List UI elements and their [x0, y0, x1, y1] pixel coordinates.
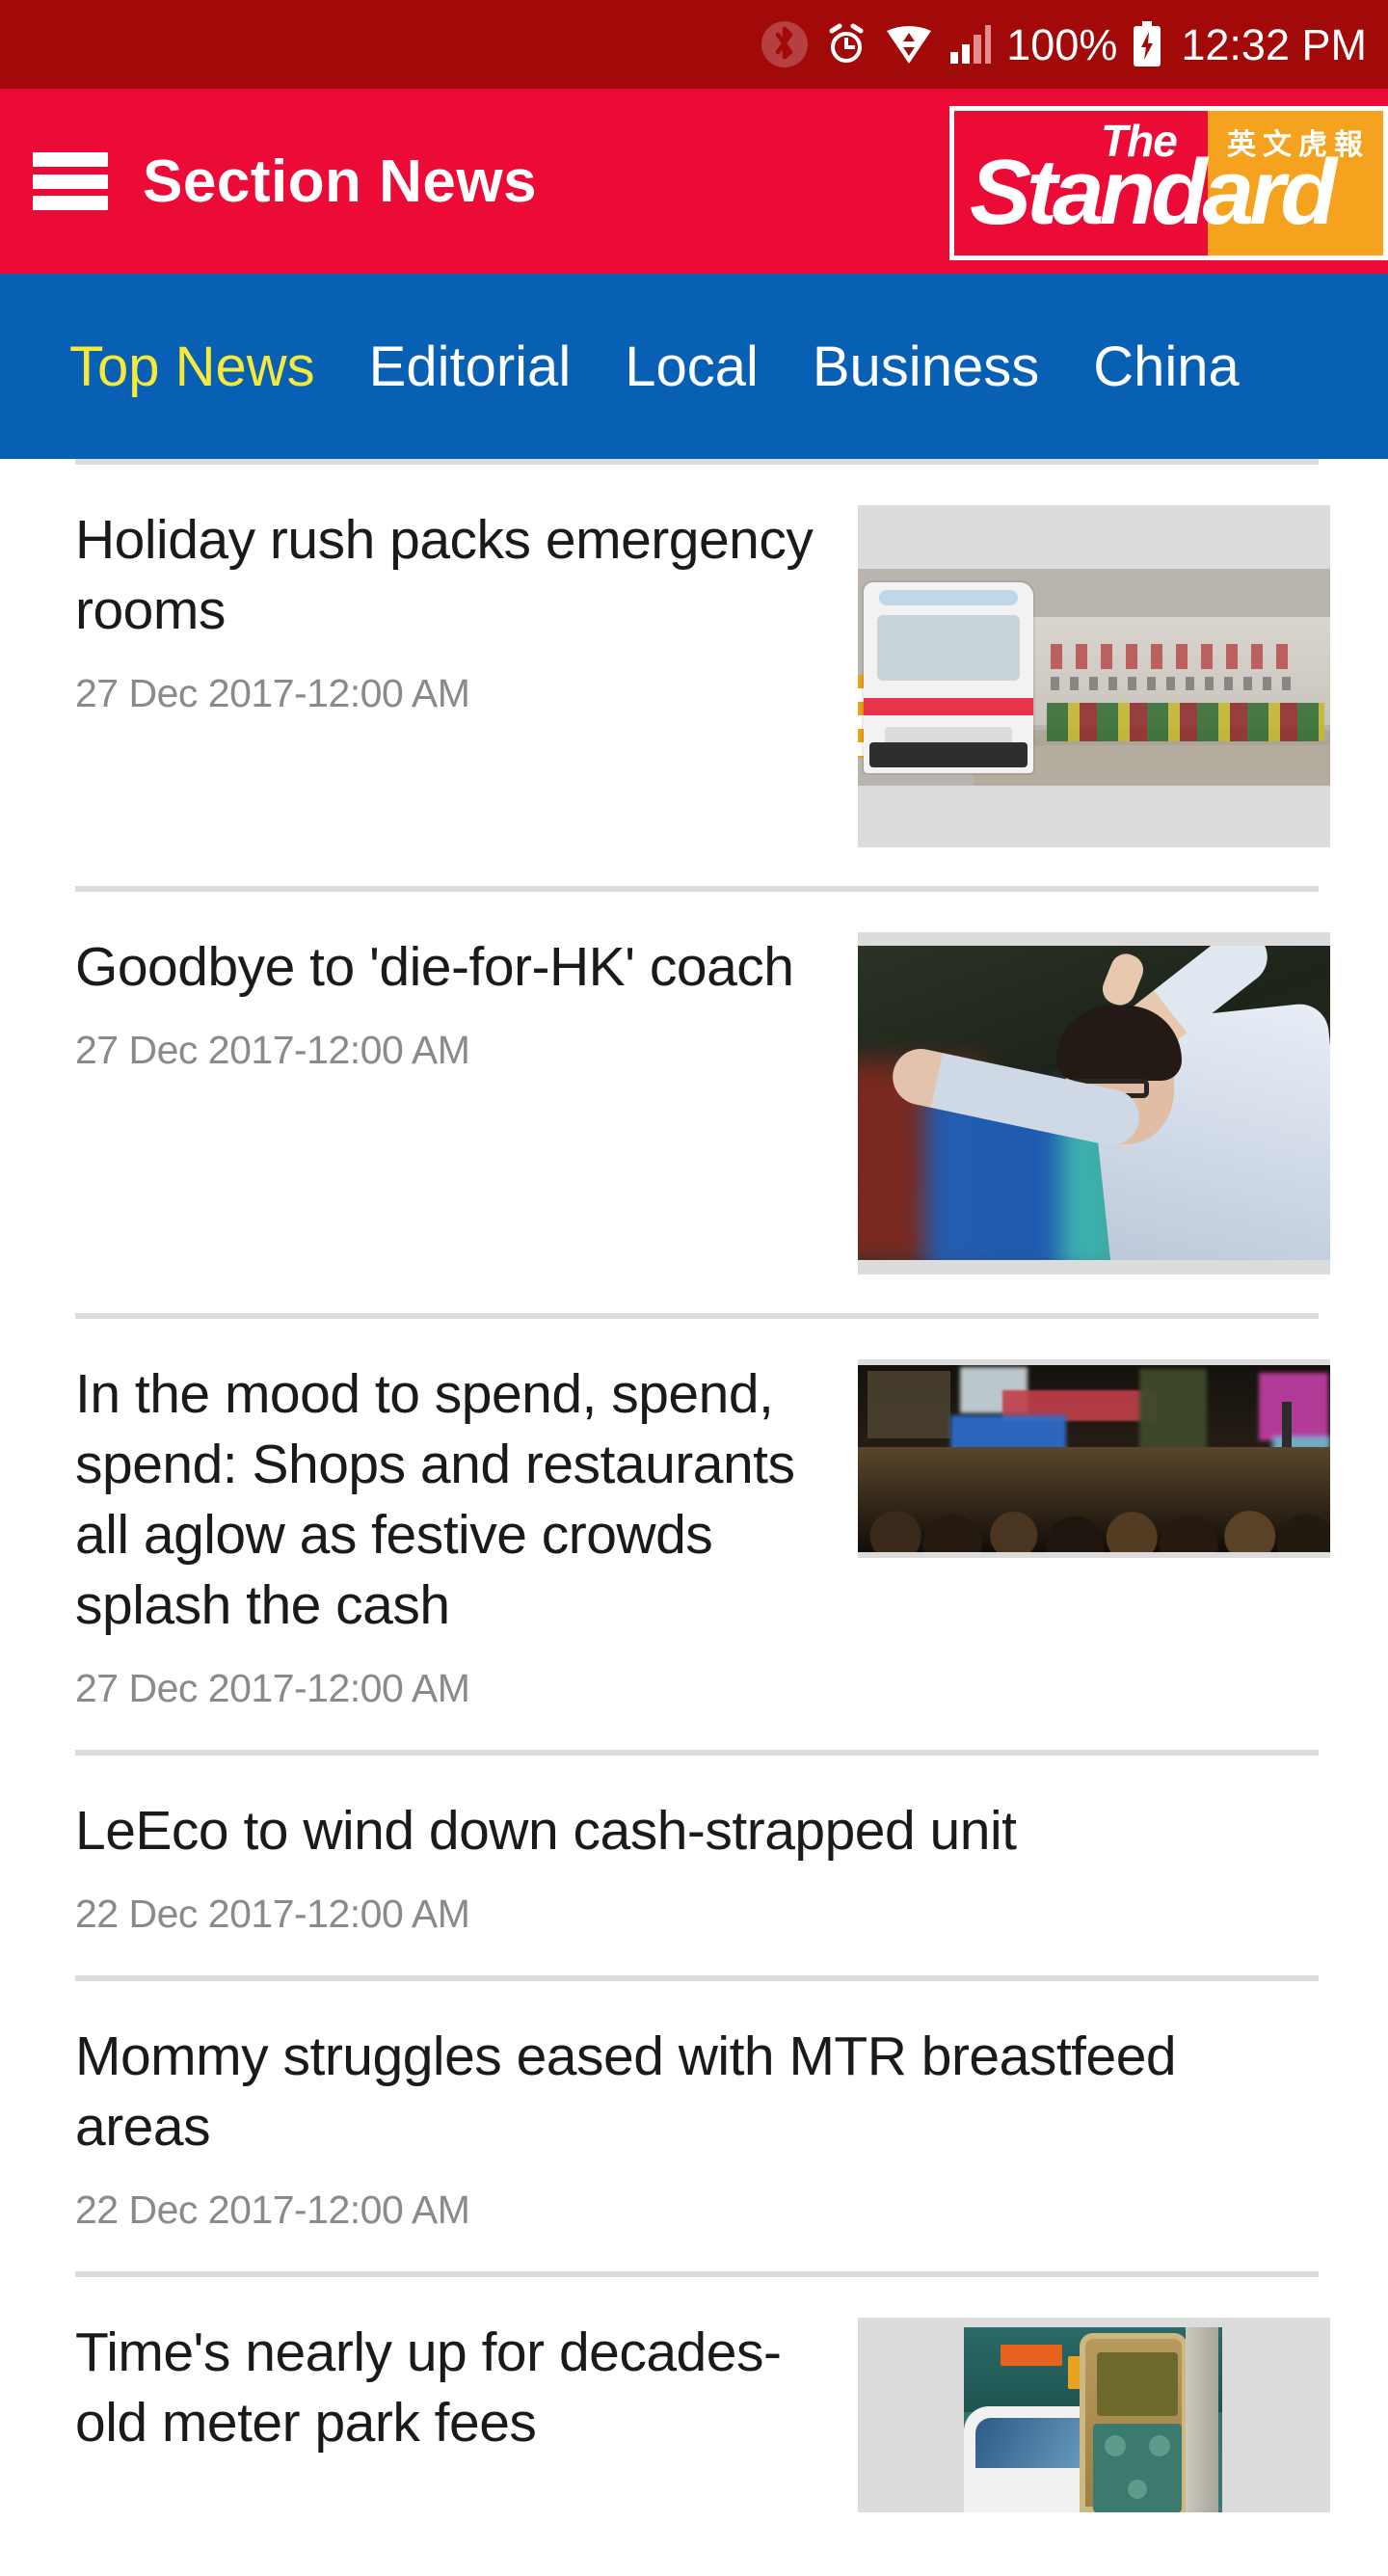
page-title: Section News: [143, 148, 538, 215]
news-thumbnail-crowd: [858, 1359, 1330, 1558]
the-standard-logo: Standard The 英文虎報: [949, 106, 1388, 260]
list-item[interactable]: Goodbye to 'die-for-HK' coach 27 Dec 201…: [0, 892, 1388, 1313]
clock-label: 12:32 PM: [1181, 19, 1367, 69]
tab-top-news[interactable]: Top News: [69, 335, 315, 399]
news-headline: Time's nearly up for decades-old meter p…: [75, 2321, 782, 2454]
logo-the-text: The: [1101, 116, 1178, 166]
status-bar: 100% 12:32 PM: [0, 0, 1388, 89]
news-timestamp: 22 Dec 2017-12:00 AM: [75, 1891, 470, 1936]
tab-editorial[interactable]: Editorial: [369, 335, 572, 399]
news-timestamp: 27 Dec 2017-12:00 AM: [75, 1027, 470, 1072]
wifi-data-transfer-icon: [885, 23, 933, 66]
news-thumbnail-coach: [858, 932, 1330, 1275]
list-item[interactable]: In the mood to spend, spend, spend: Shop…: [0, 1319, 1388, 1750]
status-icon-group: 100% 12:32 PM: [761, 21, 1367, 67]
tab-business[interactable]: Business: [813, 335, 1039, 399]
list-item[interactable]: Time's nearly up for decades-old meter p…: [0, 2277, 1388, 2551]
news-thumbnail-ambulance: [858, 505, 1330, 847]
news-headline: LeEco to wind down cash-strapped unit: [75, 1799, 1017, 1862]
news-timestamp: 22 Dec 2017-12:00 AM: [75, 2187, 470, 2232]
app-header: Section News Standard The 英文虎報: [0, 89, 1388, 274]
news-timestamp: 27 Dec 2017-12:00 AM: [75, 670, 470, 715]
list-item[interactable]: LeEco to wind down cash-strapped unit 22…: [0, 1756, 1388, 1975]
news-text-block: Holiday rush packs emergency rooms 27 De…: [75, 505, 858, 716]
news-headline: In the mood to spend, spend, spend: Shop…: [75, 1363, 795, 1636]
news-text-block: Time's nearly up for decades-old meter p…: [75, 2318, 858, 2458]
news-headline: Holiday rush packs emergency rooms: [75, 509, 814, 641]
bluetooth-icon: [761, 21, 809, 67]
news-headline: Goodbye to 'die-for-HK' coach: [75, 936, 794, 998]
cellular-signal-icon: [948, 23, 992, 66]
list-item[interactable]: Holiday rush packs emergency rooms 27 De…: [0, 465, 1388, 886]
logo-chinese-text: 英文虎報: [1227, 129, 1370, 161]
news-text-block: LeEco to wind down cash-strapped unit 22…: [75, 1796, 1330, 1937]
battery-charging-icon: [1133, 21, 1161, 67]
alarm-clock-icon: [823, 21, 869, 67]
news-timestamp: 27 Dec 2017-12:00 AM: [75, 1665, 470, 1710]
news-text-block: In the mood to spend, spend, spend: Shop…: [75, 1359, 858, 1711]
news-headline: Mommy struggles eased with MTR breastfee…: [75, 2025, 1177, 2158]
news-text-block: Goodbye to 'die-for-HK' coach 27 Dec 201…: [75, 932, 858, 1073]
tab-local[interactable]: Local: [625, 335, 759, 399]
news-text-block: Mommy struggles eased with MTR breastfee…: [75, 2022, 1330, 2233]
section-tab-bar[interactable]: Top News Editorial Local Business China: [0, 274, 1388, 459]
list-item[interactable]: Mommy struggles eased with MTR breastfee…: [0, 1981, 1388, 2271]
battery-percent-label: 100%: [1006, 19, 1118, 69]
news-list: Holiday rush packs emergency rooms 27 De…: [0, 459, 1388, 2551]
news-thumbnail-parking-meter: [858, 2317, 1330, 2512]
hamburger-menu-icon[interactable]: [33, 152, 108, 210]
tab-china[interactable]: China: [1093, 335, 1240, 399]
